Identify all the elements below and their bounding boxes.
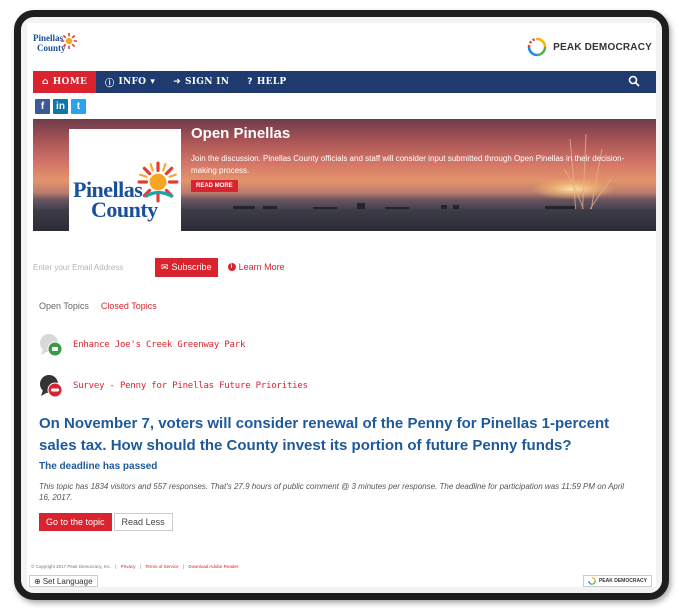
chat-bubble-icon	[40, 375, 63, 398]
separator: |	[182, 564, 185, 569]
home-icon: ⌂	[42, 77, 49, 87]
read-more-button[interactable]: READ MORE	[191, 180, 238, 192]
topic-tabs: Open Topics Closed Topics	[39, 301, 157, 311]
chat-bubble-icon	[40, 334, 63, 357]
nav-sign-in[interactable]: ➜ SIGN IN	[164, 71, 238, 93]
adobe-reader-link[interactable]: Download Adobe Reader	[188, 564, 238, 569]
subscribe-label: Subscribe	[171, 262, 212, 272]
caret-down-icon: ▾	[150, 77, 156, 87]
read-less-button[interactable]: Read Less	[113, 513, 173, 531]
device-frame: Pinellas County PEAK DEMOCRACY ⌂ HOME ⓘ …	[14, 10, 669, 600]
peak-democracy-text: PEAK DEMOCRACY	[553, 41, 652, 53]
info-circle-icon: i	[227, 263, 236, 271]
deadline-heading: The deadline has passed	[39, 461, 158, 472]
nav-info-label: INFO	[118, 77, 147, 87]
pinellas-logo-small[interactable]: Pinellas County	[33, 31, 83, 59]
nav-help[interactable]: ? HELP	[238, 71, 295, 93]
browser-page: Pinellas County PEAK DEMOCRACY ⌂ HOME ⓘ …	[27, 23, 656, 587]
tab-open-topics[interactable]: Open Topics	[39, 301, 89, 311]
copyright-text: © Copyright 2017 Peak Democracy, Inc.	[31, 564, 112, 569]
footer: © Copyright 2017 Peak Democracy, Inc. | …	[31, 564, 241, 569]
nav-home[interactable]: ⌂ HOME	[33, 71, 97, 93]
topic-link[interactable]: Survey - Penny for Pinellas Future Prior…	[73, 381, 308, 391]
info-icon: ⓘ	[105, 78, 115, 89]
terms-link[interactable]: Terms of Service	[145, 564, 179, 569]
nav-info[interactable]: ⓘ INFO ▾	[96, 71, 164, 93]
peak-democracy-brand[interactable]: PEAK DEMOCRACY	[527, 37, 652, 57]
search-icon[interactable]	[628, 75, 640, 87]
hero-banner: Pinellas County Open Pinellas Join the d…	[33, 119, 656, 231]
main-navbar: ⌂ HOME ⓘ INFO ▾ ➜ SIGN IN ? HELP	[33, 71, 656, 93]
list-item[interactable]: Enhance Joe's Creek Greenway Park	[39, 333, 245, 357]
privacy-link[interactable]: Privacy	[121, 564, 136, 569]
set-language-label: Set Language	[42, 576, 93, 586]
hero-description: Join the discussion. Pinellas County off…	[191, 154, 625, 175]
peak-democracy-logo-icon	[588, 577, 596, 585]
peak-democracy-logo-icon	[527, 37, 547, 57]
twitter-icon[interactable]: t	[71, 99, 86, 114]
set-language-button[interactable]: ⊕ Set Language	[29, 575, 98, 587]
topic-stats: This topic has 1834 visitors and 557 res…	[39, 482, 625, 502]
nav-sign-in-label: SIGN IN	[184, 77, 230, 87]
linkedin-icon[interactable]: in	[53, 99, 68, 114]
topic-actions: Go to the topic Read Less	[39, 513, 173, 531]
envelope-icon: ✉	[161, 261, 169, 272]
logo-small-line1: Pinellas	[33, 33, 64, 43]
email-field[interactable]	[33, 258, 151, 276]
globe-icon: ⊕	[34, 576, 41, 586]
go-to-topic-button[interactable]: Go to the topic	[39, 513, 112, 531]
learn-more-link[interactable]: i Learn More	[227, 262, 285, 272]
pinellas-county-logo: Pinellas County	[69, 129, 181, 231]
hero-title: Open Pinellas	[191, 125, 291, 142]
tab-closed-topics[interactable]: Closed Topics	[101, 301, 157, 311]
subscribe-row: ✉ Subscribe i Learn More	[33, 257, 285, 277]
separator: |	[115, 564, 117, 569]
bottom-bar: ⊕ Set Language PEAK DEMOCRACY	[27, 575, 656, 587]
top-bar: Pinellas County PEAK DEMOCRACY	[27, 23, 656, 67]
peak-democracy-footer-badge[interactable]: PEAK DEMOCRACY	[582, 575, 652, 587]
peak-democracy-footer-text: PEAK DEMOCRACY	[598, 578, 647, 584]
nav-help-label: HELP	[256, 77, 287, 87]
nav-home-label: HOME	[52, 77, 88, 87]
sun-logo-icon	[137, 161, 179, 203]
sign-in-icon: ➜	[173, 77, 181, 87]
topic-link[interactable]: Enhance Joe's Creek Greenway Park	[73, 340, 245, 350]
sun-icon	[61, 33, 77, 49]
social-links: f in t	[35, 99, 86, 114]
help-icon: ?	[247, 77, 253, 87]
facebook-icon[interactable]: f	[35, 99, 50, 114]
list-item[interactable]: Survey - Penny for Pinellas Future Prior…	[39, 374, 308, 398]
separator: |	[139, 564, 141, 569]
featured-question: On November 7, voters will consider rene…	[39, 415, 610, 454]
subscribe-button[interactable]: ✉ Subscribe	[155, 257, 218, 277]
learn-more-label: Learn More	[238, 262, 285, 272]
